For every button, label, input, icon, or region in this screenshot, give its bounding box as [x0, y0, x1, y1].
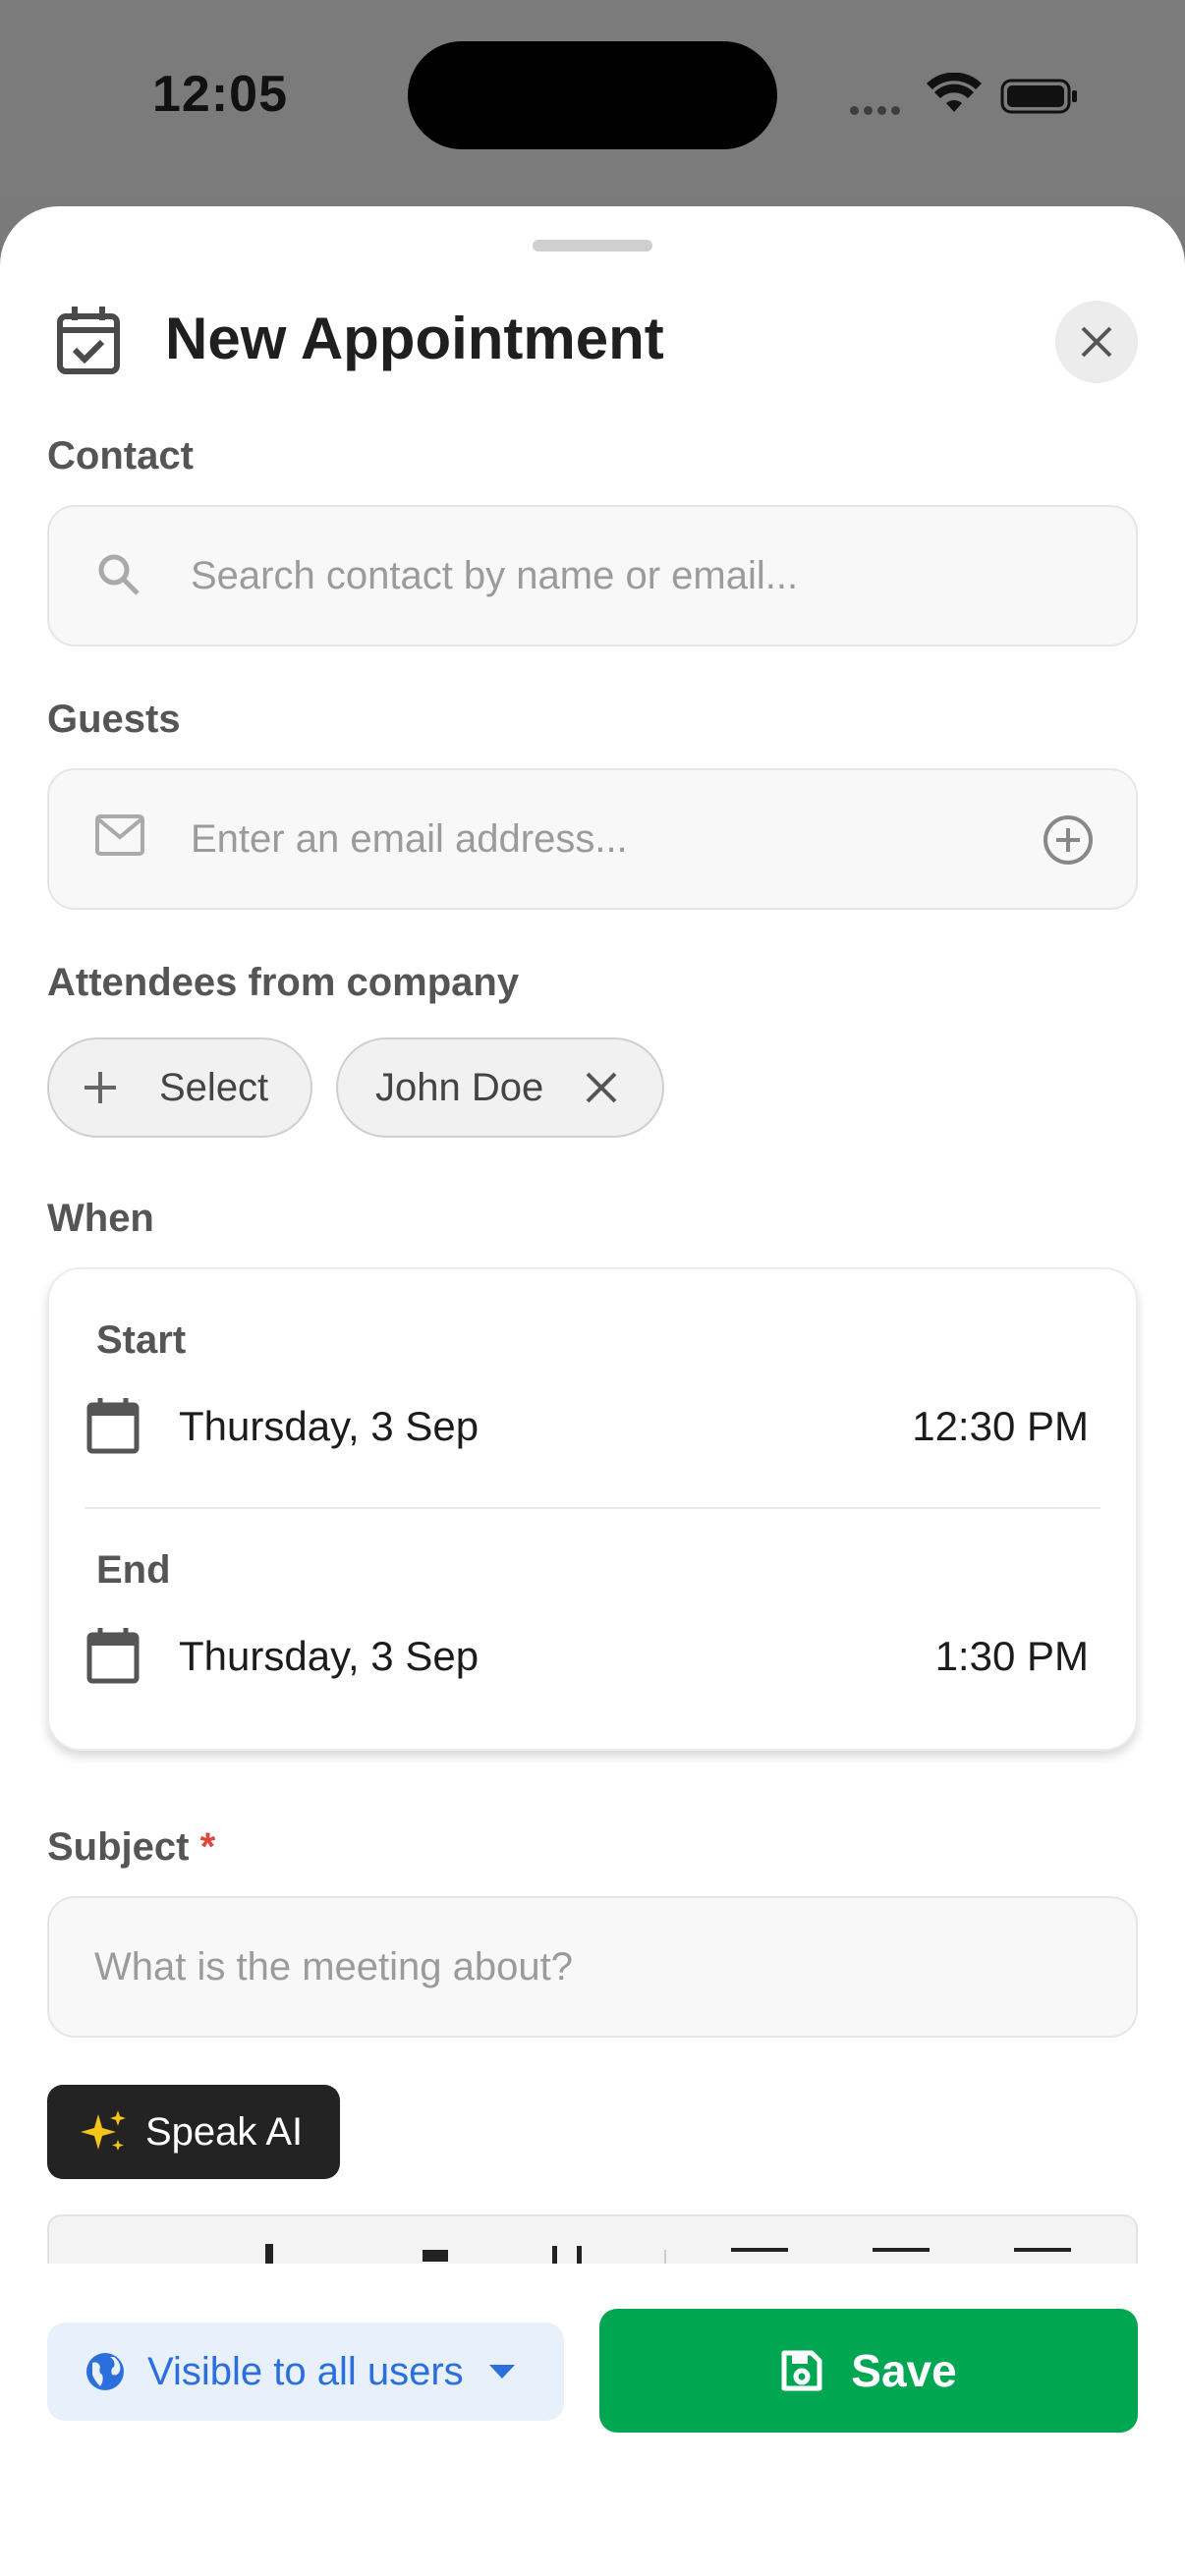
select-label: Select [159, 1065, 269, 1109]
caret-down-icon [488, 2365, 515, 2379]
contact-label: Contact [47, 434, 194, 477]
visibility-dropdown[interactable]: Visible to all users [47, 2323, 564, 2421]
divider [85, 1507, 1100, 1509]
close-button[interactable] [1055, 301, 1138, 383]
save-icon [781, 2350, 822, 2391]
guest-email-field[interactable]: Enter an email address... [47, 768, 1138, 910]
save-button[interactable]: Save [599, 2309, 1138, 2433]
end-time[interactable]: 1:30 PM [935, 1633, 1089, 1680]
align-center-icon[interactable] [873, 2248, 930, 2252]
subject-placeholder: What is the meeting about? [94, 1945, 573, 1988]
mail-icon [95, 814, 144, 856]
subject-label: Subject * [47, 1825, 215, 1870]
add-guest-icon[interactable] [1042, 813, 1095, 867]
when-card: Start Thursday, 3 Sep 12:30 PM End Thurs… [47, 1267, 1138, 1751]
search-icon [98, 554, 140, 595]
footer: Visible to all users Save [0, 2264, 1185, 2576]
align-right-icon[interactable] [1014, 2248, 1071, 2252]
attendee-chip-label: John Doe [375, 1065, 544, 1109]
visibility-label: Visible to all users [147, 2349, 464, 2393]
wifi-icon [927, 73, 982, 112]
contact-placeholder: Search contact by name or email... [191, 554, 799, 597]
battery-icon [1000, 79, 1077, 114]
italic-icon[interactable] [423, 2250, 448, 2262]
subject-input[interactable]: What is the meeting about? [47, 1896, 1138, 2038]
start-time[interactable]: 12:30 PM [912, 1403, 1089, 1450]
end-label: End [96, 1548, 171, 1592]
start-date[interactable]: Thursday, 3 Sep [179, 1403, 479, 1450]
speak-ai-button[interactable]: Speak AI [47, 2085, 340, 2179]
contact-search-input[interactable]: Search contact by name or email... [47, 505, 1138, 646]
bottom-sheet: New Appointment Contact Search contact b… [0, 206, 1185, 2576]
status-bar: 12:05 [0, 0, 1185, 196]
sparkles-icon [81, 2110, 126, 2151]
dynamic-island [408, 41, 777, 149]
save-label: Save [851, 2345, 957, 2396]
end-date[interactable]: Thursday, 3 Sep [179, 1633, 479, 1680]
attendee-chip[interactable]: John Doe [336, 1037, 664, 1138]
calendar-check-icon [57, 307, 120, 374]
calendar-icon [86, 1628, 140, 1684]
page-title: New Appointment [165, 306, 664, 371]
globe-icon [86, 2353, 124, 2390]
sheet-grabber[interactable] [533, 240, 652, 252]
select-attendees-button[interactable]: Select [47, 1037, 312, 1138]
guests-label: Guests [47, 698, 181, 741]
start-label: Start [96, 1318, 187, 1362]
speak-ai-label: Speak AI [145, 2109, 304, 2154]
align-left-icon[interactable] [731, 2248, 788, 2252]
required-mark: * [199, 1825, 216, 1869]
attendees-label: Attendees from company [47, 961, 520, 1004]
when-label: When [47, 1197, 154, 1240]
signal-icon [850, 102, 909, 115]
status-time: 12:05 [152, 66, 288, 123]
subject-label-text: Subject [47, 1825, 190, 1869]
guest-email-placeholder: Enter an email address... [191, 817, 628, 861]
close-icon [1081, 326, 1112, 358]
calendar-icon [86, 1398, 140, 1454]
remove-attendee-icon[interactable] [585, 1071, 618, 1104]
plus-icon [85, 1072, 116, 1103]
